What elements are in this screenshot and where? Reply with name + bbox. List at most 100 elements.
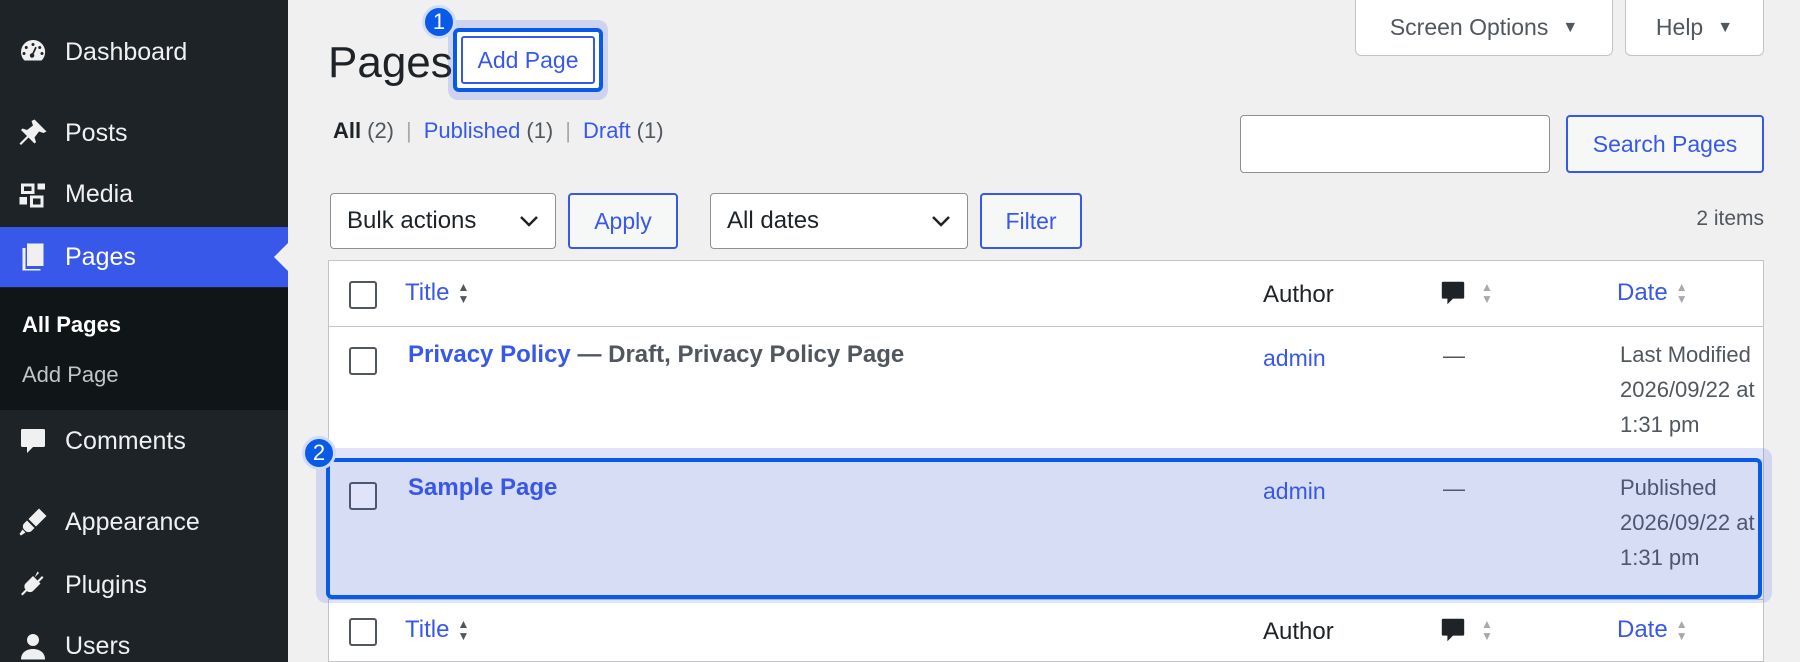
main-content: Pages Add Page 1 Screen Options ▼ Help ▼…: [288, 0, 1800, 662]
search-pages-button[interactable]: Search Pages: [1566, 115, 1764, 173]
date-column-footer[interactable]: Date ▲ ▼: [1617, 616, 1688, 644]
sort-icon: ▲ ▼: [1481, 617, 1493, 643]
sidebar-item-label: Appearance: [65, 507, 200, 536]
row-comments: —: [1443, 476, 1465, 501]
row-title-link[interactable]: Privacy Policy: [408, 341, 571, 368]
date-value: 2026/09/22 at: [1620, 377, 1755, 402]
chevron-down-icon: [520, 216, 538, 227]
view-draft-count: (1): [636, 118, 664, 143]
comment-icon: [1441, 618, 1465, 642]
table-header: Title ▲ ▼ Author ▲ ▼ Date ▲ ▼: [329, 261, 1763, 327]
bulk-actions-select[interactable]: Bulk actions: [330, 193, 556, 249]
row-checkbox[interactable]: [349, 482, 377, 510]
view-published-count: (1): [526, 118, 554, 143]
pages-table: Title ▲ ▼ Author ▲ ▼ Date ▲ ▼ Privacy Polic…: [328, 260, 1764, 662]
row-checkbox[interactable]: [349, 347, 377, 375]
table-footer: Title ▲ ▼ Author ▲ ▼ Date ▲ ▼: [329, 599, 1763, 662]
row-date: Last Modified 2026/09/22 at 1:31 pm: [1620, 337, 1790, 442]
apply-button[interactable]: Apply: [568, 193, 678, 249]
sort-icon: ▲ ▼: [1675, 617, 1688, 643]
row-comments: —: [1443, 343, 1465, 368]
row-title: Sample Page: [408, 474, 557, 502]
search-input[interactable]: [1240, 115, 1550, 173]
brush-icon: [16, 505, 50, 539]
title-footer-label: Title: [405, 616, 450, 643]
step-badge-1: 1: [422, 5, 456, 39]
items-count: 2 items: [1696, 207, 1764, 230]
add-page-label: Add Page: [461, 36, 595, 84]
row-state: — Draft, Privacy Policy Page: [570, 341, 905, 368]
row-date: Published 2026/09/22 at 1:31 pm: [1620, 470, 1790, 575]
sidebar-item-appearance[interactable]: Appearance: [0, 492, 288, 552]
date-time: 1:31 pm: [1620, 412, 1700, 437]
view-published[interactable]: Published: [424, 118, 521, 144]
sidebar-item-posts[interactable]: Posts: [0, 103, 288, 163]
row-title: Privacy Policy — Draft, Privacy Policy P…: [408, 341, 904, 369]
sort-icon: ▲ ▼: [457, 617, 470, 643]
view-separator: |: [565, 118, 571, 143]
screen-options-button[interactable]: Screen Options ▼: [1355, 0, 1613, 56]
sidebar-item-media[interactable]: Media: [0, 164, 288, 224]
title-column-footer[interactable]: Title ▲ ▼: [405, 616, 469, 644]
row-title-link[interactable]: Sample Page: [408, 474, 557, 501]
pin-icon: [16, 116, 50, 150]
view-all[interactable]: All: [333, 118, 361, 144]
comments-column-header[interactable]: ▲ ▼: [1439, 279, 1493, 307]
view-draft[interactable]: Draft: [583, 118, 631, 144]
comment-icon: [1441, 281, 1465, 305]
dashboard-icon: [16, 35, 50, 69]
comments-column-footer[interactable]: ▲ ▼: [1439, 616, 1493, 644]
submenu-all-pages[interactable]: All Pages: [22, 312, 121, 338]
sidebar-item-label: Pages: [65, 242, 136, 271]
table-row: Privacy Policy — Draft, Privacy Policy P…: [329, 327, 1763, 459]
author-column-header: Author: [1263, 281, 1334, 308]
step-badge-2: 2: [302, 436, 336, 470]
sort-icon: ▲ ▼: [457, 280, 470, 306]
sort-icon: ▲ ▼: [1675, 280, 1688, 306]
date-footer-label: Date: [1617, 616, 1668, 643]
sidebar-item-plugins[interactable]: Plugins: [0, 555, 288, 615]
title-column-header[interactable]: Title ▲ ▼: [405, 279, 469, 307]
date-status: Last Modified: [1620, 342, 1751, 367]
help-button[interactable]: Help ▼: [1625, 0, 1764, 56]
page-title: Pages: [328, 38, 453, 87]
date-column-header[interactable]: Date ▲ ▼: [1617, 279, 1688, 307]
sidebar-item-dashboard[interactable]: Dashboard: [0, 22, 288, 82]
view-separator: |: [406, 118, 412, 143]
sidebar-item-label: Comments: [65, 426, 186, 455]
sidebar-item-pages[interactable]: Pages: [0, 227, 288, 287]
caret-down-icon: ▼: [1717, 18, 1734, 36]
date-status: Published: [1620, 475, 1717, 500]
sort-icon: ▲ ▼: [1481, 280, 1493, 306]
title-header-label: Title: [405, 279, 450, 306]
row-author-link[interactable]: admin: [1263, 478, 1326, 505]
author-column-footer: Author: [1263, 618, 1334, 645]
comment-icon: [16, 424, 50, 458]
sidebar-item-label: Dashboard: [65, 37, 188, 66]
submenu-add-page[interactable]: Add Page: [22, 362, 119, 388]
sidebar-item-label: Posts: [65, 118, 128, 147]
plug-icon: [16, 568, 50, 602]
sidebar-item-comments[interactable]: Comments: [0, 411, 288, 471]
sidebar-item-label: Media: [65, 179, 134, 208]
chevron-down-icon: [932, 216, 950, 227]
pages-icon: [16, 240, 50, 274]
help-label: Help: [1655, 14, 1704, 40]
date-header-label: Date: [1617, 279, 1668, 306]
date-value: 2026/09/22 at: [1620, 510, 1755, 535]
caret-down-icon: ▼: [1562, 18, 1579, 36]
sidebar-item-users[interactable]: Users: [0, 616, 288, 662]
view-filters: All (2) | Published (1) | Draft (1): [333, 118, 664, 144]
add-page-button[interactable]: Add Page: [453, 28, 603, 92]
admin-sidebar: Dashboard Posts Media Pages All Pages Ad…: [0, 0, 288, 662]
select-all-checkbox[interactable]: [349, 618, 377, 646]
user-icon: [16, 629, 50, 662]
bulk-actions-value: Bulk actions: [347, 207, 477, 234]
row-author-link[interactable]: admin: [1263, 345, 1326, 372]
select-all-checkbox[interactable]: [349, 281, 377, 309]
dates-select[interactable]: All dates: [710, 193, 968, 249]
table-row: Sample Page admin — Published 2026/09/22…: [329, 459, 1763, 599]
filter-button[interactable]: Filter: [980, 193, 1082, 249]
pages-submenu: All Pages Add Page: [0, 288, 288, 410]
media-icon: [16, 177, 50, 211]
